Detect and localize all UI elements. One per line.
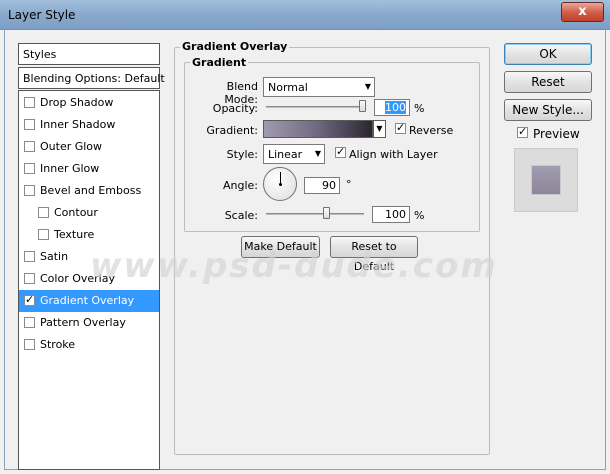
style-item-contour[interactable]: Contour: [19, 202, 159, 224]
ok-button[interactable]: OK: [504, 43, 592, 65]
styles-header-label: Styles: [23, 48, 57, 61]
gradient-overlay-title: Gradient Overlay: [180, 40, 290, 53]
angle-center-dot: [279, 183, 282, 186]
new-style-label: New Style...: [512, 103, 584, 117]
style-item-label: Contour: [54, 206, 98, 219]
style-label: Style:: [226, 148, 258, 161]
style-item-gradient-overlay[interactable]: Gradient Overlay: [19, 290, 159, 312]
style-item-checkbox[interactable]: [24, 119, 35, 130]
angle-input[interactable]: 90: [304, 177, 340, 194]
style-item-label: Drop Shadow: [40, 96, 114, 109]
style-item-checkbox[interactable]: [24, 317, 35, 328]
scale-slider-thumb[interactable]: [323, 207, 330, 219]
opacity-unit: %: [414, 102, 425, 115]
style-item-label: Gradient Overlay: [40, 294, 135, 307]
blending-options-label: Blending Options: Default: [23, 72, 165, 85]
style-item-checkbox[interactable]: [24, 251, 35, 262]
style-item-bevel-and-emboss[interactable]: Bevel and Emboss: [19, 180, 159, 202]
preview-checkbox[interactable]: [517, 125, 528, 138]
style-item-inner-glow[interactable]: Inner Glow: [19, 158, 159, 180]
opacity-slider-track[interactable]: [266, 106, 366, 108]
chevron-down-icon: ▼: [364, 82, 371, 91]
style-item-label: Inner Glow: [40, 162, 100, 175]
chevron-down-icon: ▼: [314, 149, 321, 158]
style-item-checkbox[interactable]: [24, 97, 35, 108]
preview-swatch: [531, 165, 561, 195]
angle-unit: °: [346, 178, 352, 191]
reset-label: Reset: [531, 75, 565, 89]
close-icon: x: [578, 4, 587, 19]
style-select[interactable]: Linear ▼: [263, 144, 325, 164]
style-item-checkbox[interactable]: [38, 229, 49, 240]
style-value: Linear: [268, 148, 303, 161]
styles-header[interactable]: Styles: [18, 43, 160, 65]
chevron-down-icon: ▼: [376, 124, 383, 133]
scale-input[interactable]: 100: [372, 206, 410, 223]
opacity-input[interactable]: 100: [374, 99, 410, 116]
align-with-layer-checkbox[interactable]: [335, 145, 346, 158]
style-item-checkbox[interactable]: [24, 185, 35, 196]
style-item-label: Satin: [40, 250, 69, 263]
gradient-label: Gradient:: [206, 124, 258, 137]
opacity-slider-thumb[interactable]: [359, 100, 366, 112]
watermark-text: www.psd-dude.com: [90, 246, 498, 286]
align-with-layer-label: Align with Layer: [349, 148, 438, 161]
style-item-inner-shadow[interactable]: Inner Shadow: [19, 114, 159, 136]
close-button[interactable]: x: [561, 2, 604, 22]
style-item-checkbox[interactable]: [24, 141, 35, 152]
style-item-label: Texture: [54, 228, 95, 241]
scale-value: 100: [385, 208, 406, 221]
blending-options-item[interactable]: Blending Options: Default: [18, 67, 165, 89]
style-item-checkbox[interactable]: [38, 207, 49, 218]
style-item-label: Bevel and Emboss: [40, 184, 142, 197]
style-item-label: Stroke: [40, 338, 76, 351]
new-style-button[interactable]: New Style...: [504, 99, 592, 121]
angle-value: 90: [322, 179, 336, 192]
ok-label: OK: [539, 47, 557, 61]
style-item-label: Outer Glow: [40, 140, 103, 153]
opacity-label: Opacity:: [212, 102, 258, 115]
angle-label: Angle:: [222, 179, 258, 192]
style-item-checkbox[interactable]: [24, 339, 35, 350]
gradient-subgroup-title: Gradient: [190, 56, 249, 69]
scale-unit: %: [414, 209, 425, 222]
style-item-outer-glow[interactable]: Outer Glow: [19, 136, 159, 158]
style-item-drop-shadow[interactable]: Drop Shadow: [19, 92, 159, 114]
angle-dial[interactable]: [263, 167, 297, 201]
style-item-checkbox[interactable]: [24, 273, 35, 284]
preview-thumbnail: [514, 148, 578, 212]
style-item-label: Pattern Overlay: [40, 316, 126, 329]
blend-mode-value: Normal: [268, 81, 308, 94]
opacity-value: 100: [385, 101, 406, 114]
gradient-dropdown[interactable]: ▼: [373, 120, 386, 138]
style-item-pattern-overlay[interactable]: Pattern Overlay: [19, 312, 159, 334]
reverse-checkbox[interactable]: [395, 121, 406, 134]
scale-slider-track[interactable]: [266, 213, 364, 215]
gradient-picker[interactable]: [263, 120, 373, 138]
reverse-label: Reverse: [409, 124, 454, 137]
title-bar: Layer Style x: [0, 0, 610, 30]
style-item-stroke[interactable]: Stroke: [19, 334, 159, 356]
style-item-checkbox[interactable]: [24, 293, 35, 306]
style-item-checkbox[interactable]: [24, 163, 35, 174]
reset-button[interactable]: Reset: [504, 71, 592, 93]
style-item-texture[interactable]: Texture: [19, 224, 159, 246]
window-title: Layer Style: [8, 8, 76, 22]
style-item-label: Inner Shadow: [40, 118, 116, 131]
blend-mode-select[interactable]: Normal ▼: [263, 77, 375, 97]
preview-label: Preview: [533, 127, 580, 141]
scale-label: Scale:: [224, 209, 258, 222]
